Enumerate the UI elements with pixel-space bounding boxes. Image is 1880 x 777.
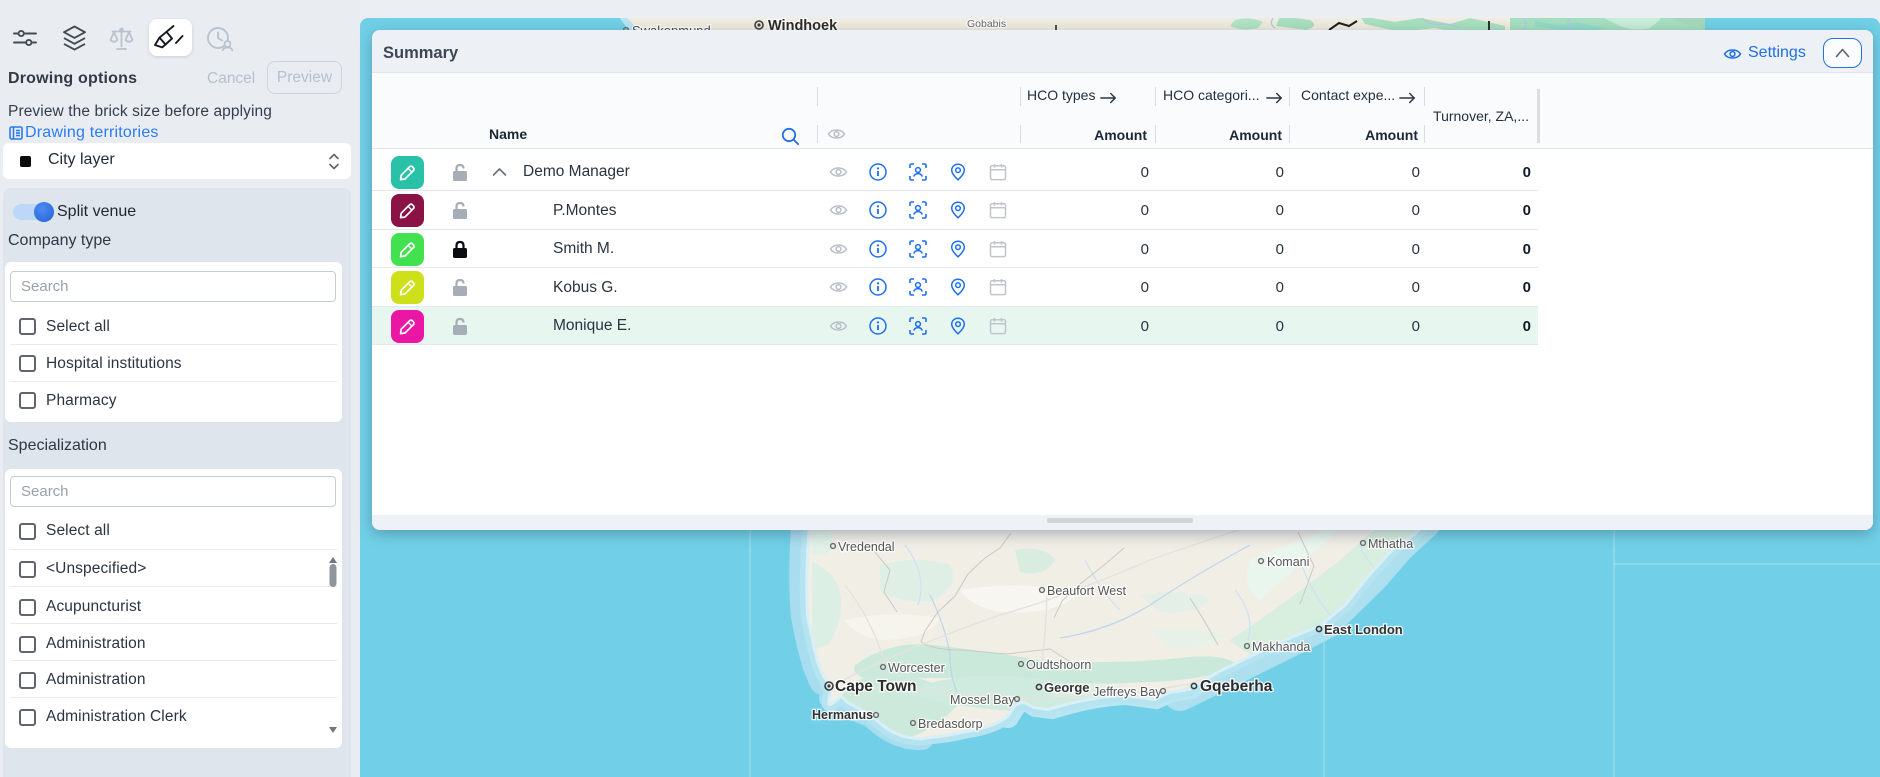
svg-text:George: George <box>1044 680 1090 695</box>
svg-text:Komani: Komani <box>1267 555 1309 569</box>
svg-text:Gobabis: Gobabis <box>967 18 1006 30</box>
svg-text:Jeffreys Bay: Jeffreys Bay <box>1093 685 1162 699</box>
svg-text:Beaufort West: Beaufort West <box>1047 584 1127 598</box>
svg-text:Mthatha: Mthatha <box>1368 537 1413 551</box>
svg-text:Mossel Bay: Mossel Bay <box>950 693 1015 707</box>
svg-text:Vredendal: Vredendal <box>838 540 895 554</box>
svg-text:Worcester: Worcester <box>888 661 945 675</box>
svg-text:Makhanda: Makhanda <box>1252 640 1310 654</box>
svg-text:Hermanus: Hermanus <box>812 708 873 722</box>
svg-text:Oudtshoorn: Oudtshoorn <box>1026 658 1091 672</box>
svg-text:East London: East London <box>1324 622 1403 637</box>
svg-text:Cape Town: Cape Town <box>835 678 917 695</box>
svg-text:Bredasdorp: Bredasdorp <box>918 717 983 731</box>
svg-text:Gqeberha: Gqeberha <box>1200 678 1273 695</box>
